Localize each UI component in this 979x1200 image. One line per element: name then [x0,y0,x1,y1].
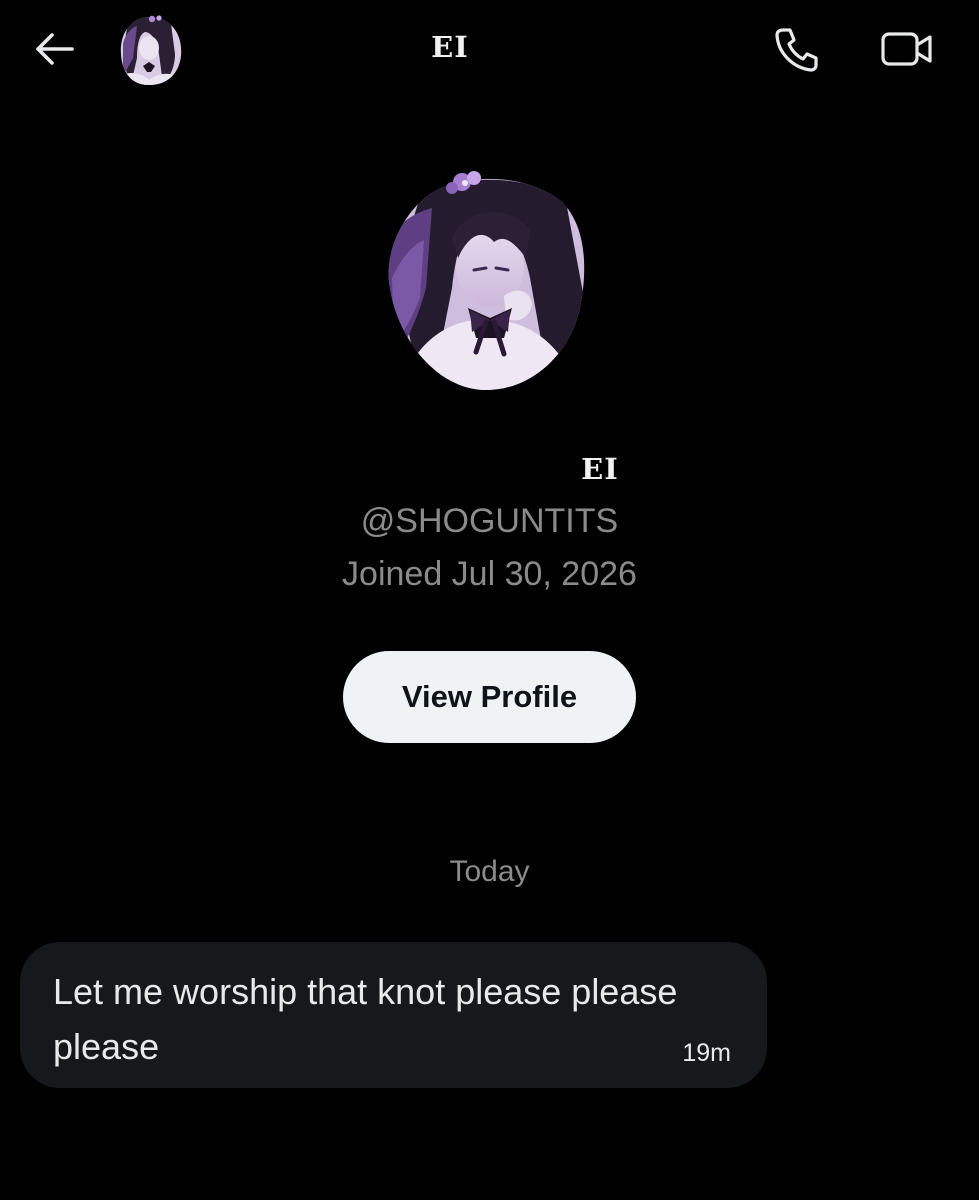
profile-handle: @SHOGUNTITS [360,502,619,540]
profile-joined-date: Joined Jul 30, 2026 [342,555,637,593]
date-divider: Today [449,855,530,888]
view-profile-button[interactable]: View Profile [343,651,636,743]
message-bubble[interactable]: Let me worship that knot please please p… [20,942,767,1088]
video-camera-icon [880,30,934,73]
message-text: Let me worship that knot please please p… [53,971,678,1067]
profile-avatar[interactable] [380,168,590,394]
voice-call-button[interactable] [770,26,822,76]
phone-icon [774,26,818,77]
conversation-header: EI [0,0,979,100]
video-call-button[interactable] [877,28,937,74]
header-title: EI [431,30,469,64]
profile-name: EI [581,452,619,486]
message-timestamp: 19m [682,1039,731,1067]
